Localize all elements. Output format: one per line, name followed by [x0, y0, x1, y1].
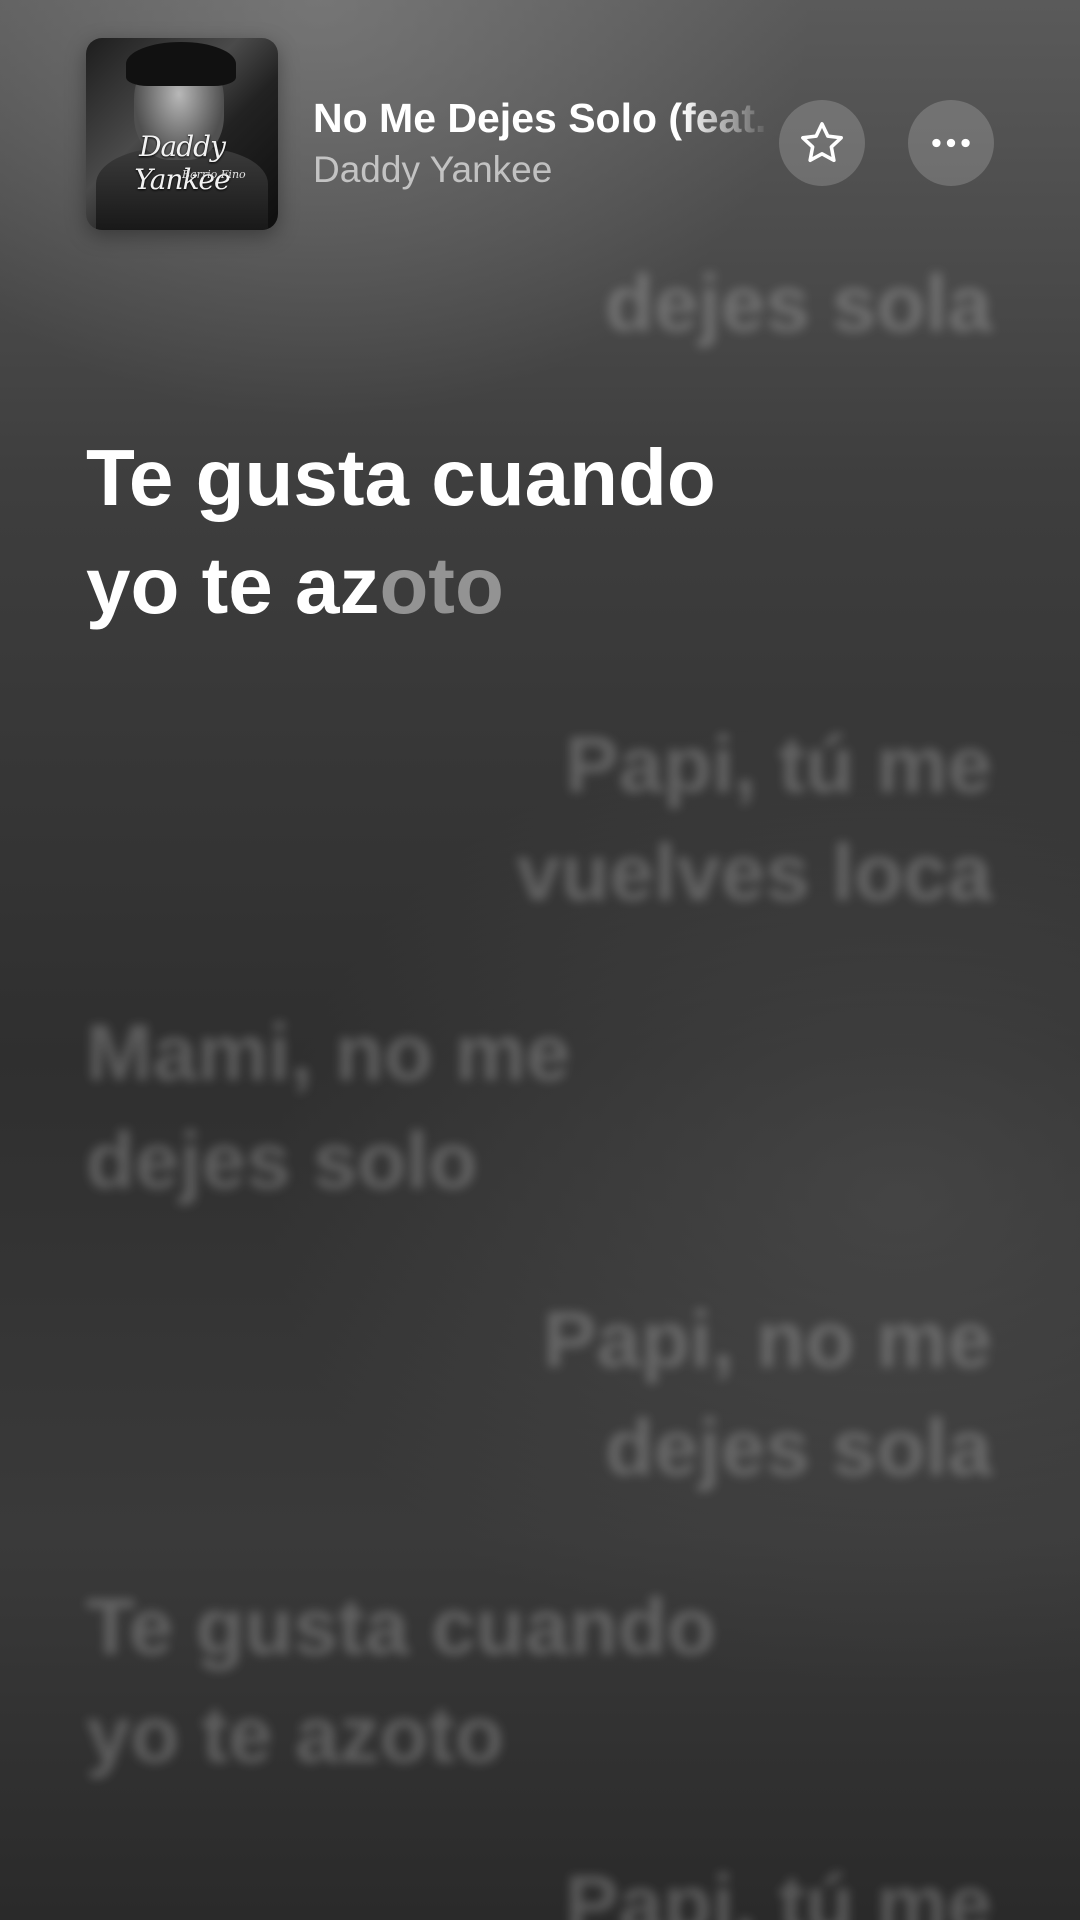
lyric-line-next-1[interactable]: Papi, tú me vuelves loca: [432, 711, 992, 927]
artist-name[interactable]: Daddy Yankee: [313, 149, 552, 191]
lyric-line-next-2[interactable]: Mami, no me dejes solo: [86, 999, 646, 1215]
lyric-line-next-4[interactable]: Te gusta cuando yo te azoto: [86, 1573, 806, 1789]
lyric-line-next-3[interactable]: Papi, no me dejes sola: [492, 1286, 992, 1502]
more-options-button[interactable]: [908, 100, 994, 186]
favorite-button[interactable]: [779, 100, 865, 186]
star-icon: [801, 122, 843, 163]
lyrics-screen: dejes sola Te gusta cuando yo te azoto P…: [0, 0, 1080, 1920]
artwork-figure-cap: [126, 42, 236, 86]
lyric-line-next-5[interactable]: Papi, tú me: [432, 1850, 992, 1920]
ellipsis-icon: [932, 138, 970, 148]
artwork-subtitle: Barrio Fino: [182, 168, 246, 181]
album-artwork[interactable]: Daddy Yankee Barrio Fino: [86, 38, 278, 230]
song-title[interactable]: No Me Dejes Solo (feat. Wisin & Yandel): [313, 95, 773, 147]
now-playing-header: Daddy Yankee Barrio Fino No Me Dejes Sol…: [0, 0, 1080, 250]
lyrics-scroll[interactable]: dejes sola Te gusta cuando yo te azoto P…: [0, 0, 1080, 1920]
lyric-unsung-part: oto: [379, 541, 504, 630]
artwork-logo-text: Daddy Yankee: [134, 130, 230, 196]
lyric-line-previous[interactable]: dejes sola: [72, 250, 992, 358]
lyric-line-current[interactable]: Te gusta cuando yo te azoto: [86, 424, 806, 640]
